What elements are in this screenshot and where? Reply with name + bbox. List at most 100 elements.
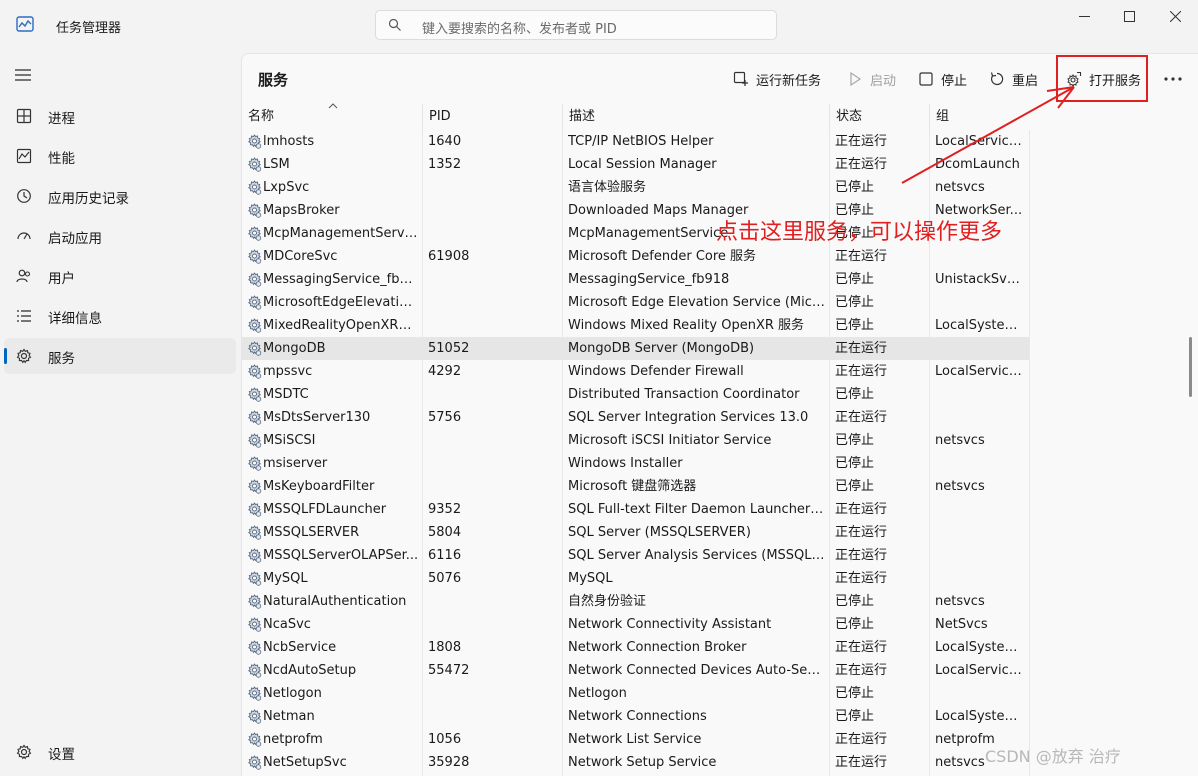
status-cell: 已停止 bbox=[835, 594, 875, 609]
table-row[interactable]: NaturalAuthentication 自然身份验证 已停止 netsvcs bbox=[242, 590, 1198, 613]
close-button[interactable] bbox=[1152, 4, 1198, 28]
sidebar-item-performance[interactable]: 性能 bbox=[4, 138, 236, 174]
details-icon bbox=[17, 310, 31, 322]
run-new-task-button[interactable]: 运行新任务 bbox=[733, 67, 821, 91]
table-row[interactable]: MicrosoftEdgeElevation... Microsoft Edge … bbox=[242, 291, 1198, 314]
sidebar-item-services[interactable]: 服务 bbox=[4, 338, 236, 374]
table-row[interactable]: MsKeyboardFilter Microsoft 键盘筛选器 已停止 netsvc… bbox=[242, 475, 1198, 498]
window-title: 任务管理器 bbox=[56, 21, 122, 36]
status-cell: 已停止 bbox=[835, 433, 875, 448]
minimize-button[interactable] bbox=[1061, 4, 1107, 28]
service-gear-icon bbox=[248, 272, 262, 287]
service-gear-icon bbox=[248, 709, 262, 724]
maximize-icon bbox=[1123, 10, 1135, 22]
service-name-cell: MapsBroker bbox=[263, 203, 340, 218]
sidebar-item-startup-apps[interactable]: 启动应用 bbox=[4, 218, 236, 254]
table-row[interactable]: MSDTC Distributed Transaction Coordinator… bbox=[242, 383, 1198, 406]
service-name-cell: MsDtsServer130 bbox=[263, 410, 371, 425]
sidebar-item-app-history[interactable]: 应用历史记录 bbox=[4, 178, 236, 214]
sidebar-item-settings[interactable]: 设置 bbox=[4, 734, 236, 770]
search-input[interactable]: 键入要搜索的名称、发布者或 PID bbox=[422, 18, 617, 37]
pid-cell: 5804 bbox=[428, 525, 462, 540]
table-row[interactable]: MSSQLServerOLAPSer... 6116 SQL Server Anal… bbox=[242, 544, 1198, 567]
service-name-cell: LSM bbox=[263, 157, 290, 172]
table-row[interactable]: MessagingService_fb918 MessagingService_f… bbox=[242, 268, 1198, 291]
table-row[interactable]: MSSQLSERVER 5804 SQL Server (MSSQLSERVER) 正… bbox=[242, 521, 1198, 544]
open-services-highlight-box bbox=[1056, 55, 1148, 102]
stop-button[interactable]: 停止 bbox=[918, 67, 967, 91]
status-cell: 正在运行 bbox=[835, 410, 888, 425]
column-header-group[interactable]: 组 bbox=[929, 104, 1029, 130]
more-options-icon[interactable] bbox=[1160, 66, 1186, 92]
group-cell bbox=[935, 567, 1025, 590]
table-row[interactable]: MsDtsServer130 5756 SQL Server Integration… bbox=[242, 406, 1198, 429]
status-cell: 正在运行 bbox=[835, 732, 888, 747]
maximize-button[interactable] bbox=[1106, 4, 1152, 28]
table-row[interactable]: LSM 1352 Local Session Manager 正在运行 DcomLaun… bbox=[242, 153, 1198, 176]
status-cell: 正在运行 bbox=[835, 249, 888, 264]
service-name-cell: NcaSvc bbox=[263, 617, 311, 632]
description-cell: Distributed Transaction Coordinator bbox=[568, 387, 800, 402]
restart-button[interactable]: 重启 bbox=[989, 67, 1038, 91]
table-row[interactable]: MongoDB 51052 MongoDB Server (MongoDB) 正在运行 bbox=[242, 337, 1198, 360]
group-cell bbox=[935, 544, 1025, 567]
table-row[interactable]: MixedRealityOpenXRSvc Windows Mixed Reali… bbox=[242, 314, 1198, 337]
sidebar-item-label: 详细信息 bbox=[48, 311, 102, 327]
column-header-name[interactable]: 名称 bbox=[242, 103, 422, 130]
sidebar-item-users[interactable]: 用户 bbox=[4, 258, 236, 294]
run-new-task-label: 运行新任务 bbox=[756, 73, 822, 89]
sidebar: 进程 性能 应用历史记录 启动应用 用户 详细信息 服务 设置 bbox=[0, 52, 240, 776]
vertical-scrollbar[interactable] bbox=[1189, 337, 1192, 397]
service-gear-icon bbox=[248, 433, 262, 448]
table-row[interactable]: MDCoreSvc 61908 Microsoft Defender Core 服务… bbox=[242, 245, 1198, 268]
table-row[interactable]: NcdAutoSetup 55472 Network Connected Devic… bbox=[242, 659, 1198, 682]
table-row[interactable]: msiserver Windows Installer 已停止 bbox=[242, 452, 1198, 475]
sidebar-item-label: 用户 bbox=[48, 271, 75, 287]
sidebar-item-details[interactable]: 详细信息 bbox=[4, 298, 236, 334]
table-row[interactable]: MSiSCSI Microsoft iSCSI Initiator Service… bbox=[242, 429, 1198, 452]
description-cell: SQL Full-text Filter Daemon Launcher (..… bbox=[568, 502, 825, 517]
group-cell: LocalService... bbox=[935, 663, 1025, 678]
table-header: 名称 PID 描述 状态 组 bbox=[242, 103, 1198, 130]
services-icon bbox=[16, 348, 32, 364]
service-gear-icon bbox=[248, 502, 262, 517]
table-row[interactable]: MySQL 5076 MySQL 正在运行 bbox=[242, 567, 1198, 590]
column-header-description[interactable]: 描述 bbox=[562, 104, 829, 130]
service-gear-icon bbox=[248, 594, 262, 609]
column-header-pid[interactable]: PID bbox=[422, 104, 562, 130]
status-cell: 已停止 bbox=[835, 387, 875, 402]
service-name-cell: netprofm bbox=[263, 732, 323, 747]
pid-cell: 9352 bbox=[428, 502, 462, 517]
start-button[interactable]: 启动 bbox=[847, 67, 896, 91]
service-gear-icon bbox=[248, 134, 262, 149]
table-row[interactable]: NcaSvc Network Connectivity Assistant 已停止 N… bbox=[242, 613, 1198, 636]
description-cell: SQL Server Integration Services 13.0 bbox=[568, 410, 809, 425]
task-manager-app-icon bbox=[16, 16, 34, 32]
sidebar-item-label: 服务 bbox=[48, 351, 75, 367]
table-row[interactable]: Netman Network Connections 已停止 LocalSystem.… bbox=[242, 705, 1198, 728]
column-header-status[interactable]: 状态 bbox=[829, 104, 929, 130]
group-cell bbox=[935, 406, 1025, 429]
table-row[interactable]: mpssvc 4292 Windows Defender Firewall 正在运行 L… bbox=[242, 360, 1198, 383]
pid-cell bbox=[428, 475, 558, 498]
status-cell: 正在运行 bbox=[835, 341, 888, 356]
pid-cell bbox=[428, 268, 558, 291]
description-cell: SQL Server (MSSQLSERVER) bbox=[568, 525, 751, 540]
service-name-cell: MSiSCSI bbox=[263, 433, 316, 448]
table-row[interactable]: NcbService 1808 Network Connection Broker 正… bbox=[242, 636, 1198, 659]
page-title: 服务 bbox=[258, 71, 289, 89]
table-row[interactable]: lmhosts 1640 TCP/IP NetBIOS Helper 正在运行 Loca… bbox=[242, 130, 1198, 153]
search-box[interactable]: 键入要搜索的名称、发布者或 PID bbox=[375, 10, 777, 40]
service-name-cell: NaturalAuthentication bbox=[263, 594, 407, 609]
pid-cell: 61908 bbox=[428, 249, 470, 264]
sidebar-item-processes[interactable]: 进程 bbox=[4, 98, 236, 134]
table-row[interactable]: MSSQLFDLauncher 9352 SQL Full-text Filter … bbox=[242, 498, 1198, 521]
table-row[interactable]: Netlogon Netlogon 已停止 bbox=[242, 682, 1198, 705]
table-row[interactable]: LxpSvc 语言体验服务 已停止 netsvcs bbox=[242, 176, 1198, 199]
group-cell: netsvcs bbox=[935, 433, 985, 448]
service-name-cell: MySQL bbox=[263, 571, 308, 586]
status-cell: 正在运行 bbox=[835, 157, 888, 172]
service-gear-icon bbox=[248, 203, 262, 218]
hamburger-menu-icon[interactable] bbox=[14, 68, 32, 82]
status-cell: 正在运行 bbox=[835, 134, 888, 149]
